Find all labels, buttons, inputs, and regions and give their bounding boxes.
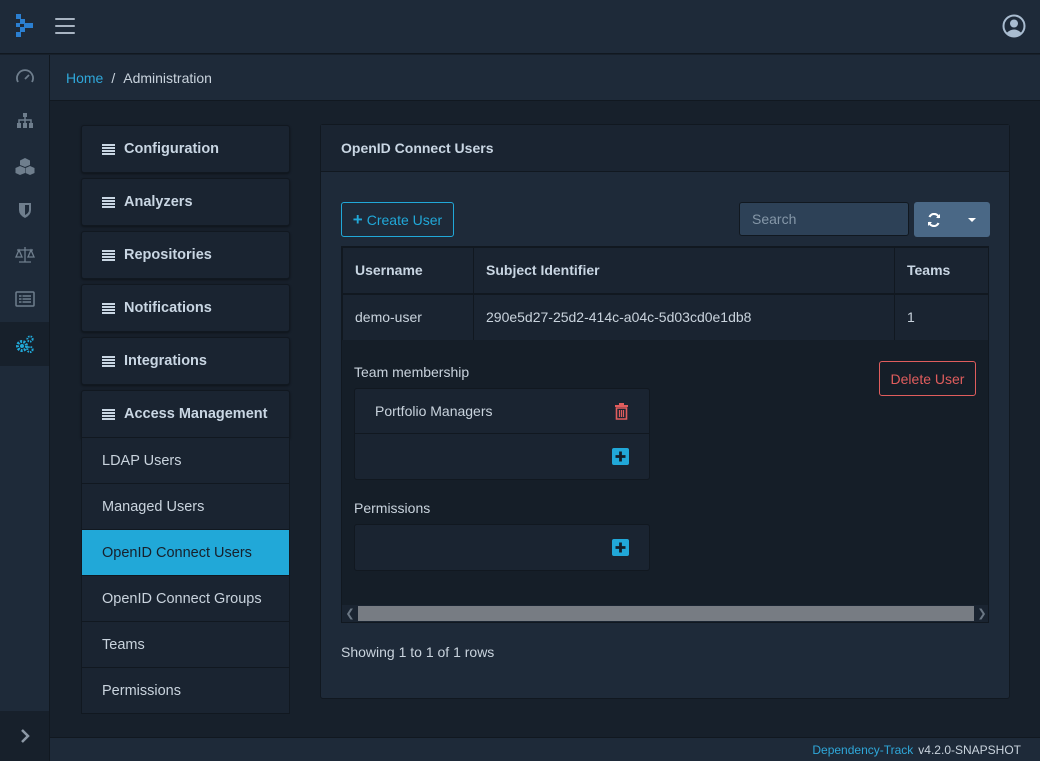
app-version: v4.2.0-SNAPSHOT — [918, 742, 1021, 757]
admin-menu: Configuration Analyzers Repositories Not… — [81, 125, 290, 714]
breadcrumb-separator: / — [111, 69, 116, 86]
footer: Dependency-Track v4.2.0-SNAPSHOT — [50, 737, 1040, 761]
pagination-info: Showing 1 to 1 of 1 rows — [341, 644, 495, 660]
list-icon — [102, 302, 115, 314]
create-user-button[interactable]: + Create User — [341, 202, 454, 237]
nav-vulnerabilities[interactable] — [0, 188, 49, 232]
table-header-row: Username Subject Identifier Teams — [342, 247, 988, 295]
menu-group-label: Configuration — [124, 141, 220, 157]
menu-group-integrations[interactable]: Integrations — [81, 337, 290, 385]
chevron-right-icon — [20, 729, 30, 743]
sitemap-icon — [16, 113, 33, 128]
nav-licenses[interactable] — [0, 233, 49, 277]
menu-item-openid-connect-groups[interactable]: OpenID Connect Groups — [81, 576, 290, 622]
cogs-icon — [15, 335, 34, 354]
menu-item-ldap-users[interactable]: LDAP Users — [81, 438, 290, 484]
cubes-icon — [15, 158, 34, 175]
nav-dashboard[interactable] — [0, 55, 49, 99]
trash-icon[interactable] — [614, 402, 629, 420]
refresh-icon — [927, 212, 941, 227]
add-team-plus-icon[interactable] — [612, 448, 629, 465]
balance-scale-icon — [14, 247, 35, 263]
menu-item-openid-connect-users[interactable]: OpenID Connect Users — [81, 530, 290, 576]
nav-components[interactable] — [0, 144, 49, 188]
menu-group-label: Analyzers — [124, 194, 193, 210]
app-name-link[interactable]: Dependency-Track — [812, 743, 913, 757]
cell-username: demo-user — [342, 293, 474, 341]
permissions-label: Permissions — [354, 500, 431, 516]
refresh-button[interactable] — [914, 202, 954, 237]
delete-user-button[interactable]: Delete User — [879, 361, 976, 396]
permissions-list — [354, 524, 650, 571]
team-name: Portfolio Managers — [375, 403, 493, 419]
horizontal-scrollbar[interactable]: ❮ ❯ — [342, 605, 988, 622]
nav-projects[interactable] — [0, 99, 49, 143]
column-header-username[interactable]: Username — [342, 247, 474, 295]
list-icon — [102, 408, 115, 420]
add-permission-row — [355, 525, 649, 570]
add-team-row — [355, 434, 649, 479]
users-table: Username Subject Identifier Teams demo-u… — [341, 246, 989, 623]
left-nav — [0, 55, 50, 761]
search-input[interactable] — [739, 202, 909, 236]
menu-group-label: Integrations — [124, 353, 207, 369]
add-permission-plus-icon[interactable] — [612, 539, 629, 556]
hamburger-icon[interactable] — [55, 18, 75, 34]
breadcrumb-current: Administration — [123, 69, 212, 86]
shield-icon — [18, 203, 31, 218]
dependency-track-logo[interactable] — [14, 13, 36, 41]
menu-item-managed-users[interactable]: Managed Users — [81, 484, 290, 530]
sidebar-toggle[interactable] — [0, 711, 49, 761]
list-icon — [102, 249, 115, 261]
caret-down-icon — [968, 217, 976, 222]
user-detail-panel: Team membership Portfolio Managers Delet… — [342, 340, 988, 606]
menu-group-label: Notifications — [124, 300, 212, 316]
plus-icon: + — [352, 209, 363, 229]
nav-tags[interactable] — [0, 277, 49, 321]
menu-group-configuration[interactable]: Configuration — [81, 125, 290, 173]
team-membership-list: Portfolio Managers — [354, 388, 650, 480]
columns-dropdown-button[interactable] — [954, 202, 990, 237]
list-icon — [102, 355, 115, 367]
table-row[interactable]: demo-user 290e5d27-25d2-414c-a04c-5d03cd… — [342, 293, 988, 341]
top-bar — [0, 0, 1040, 54]
menu-group-label: Access Management — [124, 406, 268, 422]
menu-group-repositories[interactable]: Repositories — [81, 231, 290, 279]
scroll-right-icon[interactable]: ❯ — [974, 605, 988, 622]
user-circle-icon[interactable] — [1002, 14, 1026, 38]
card-title: OpenID Connect Users — [321, 125, 1009, 172]
team-membership-label: Team membership — [354, 364, 470, 380]
cell-teams: 1 — [894, 293, 988, 341]
menu-group-label: Repositories — [124, 247, 212, 263]
list-icon — [102, 143, 115, 155]
create-user-label: Create User — [366, 211, 443, 228]
scroll-left-icon[interactable]: ❮ — [342, 605, 358, 622]
menu-item-teams[interactable]: Teams — [81, 622, 290, 668]
cell-subject-identifier: 290e5d27-25d2-414c-a04c-5d03cd0e1db8 — [473, 293, 895, 341]
refresh-button-group — [914, 202, 990, 237]
menu-group-analyzers[interactable]: Analyzers — [81, 178, 290, 226]
breadcrumb: Home / Administration — [50, 55, 1040, 101]
menu-group-notifications[interactable]: Notifications — [81, 284, 290, 332]
breadcrumb-home[interactable]: Home — [66, 70, 103, 86]
oidc-users-card: OpenID Connect Users + Create User Usern… — [320, 124, 1010, 699]
tachometer-icon — [15, 69, 34, 83]
list-alt-icon — [14, 291, 35, 307]
menu-item-permissions[interactable]: Permissions — [81, 668, 290, 714]
list-item: Portfolio Managers — [355, 389, 649, 434]
list-icon — [102, 196, 115, 208]
nav-administration[interactable] — [0, 322, 49, 366]
column-header-subject-identifier[interactable]: Subject Identifier — [473, 247, 895, 295]
scrollbar-thumb[interactable] — [358, 606, 974, 621]
column-header-teams[interactable]: Teams — [894, 247, 988, 295]
menu-group-access-management[interactable]: Access Management — [81, 390, 290, 438]
